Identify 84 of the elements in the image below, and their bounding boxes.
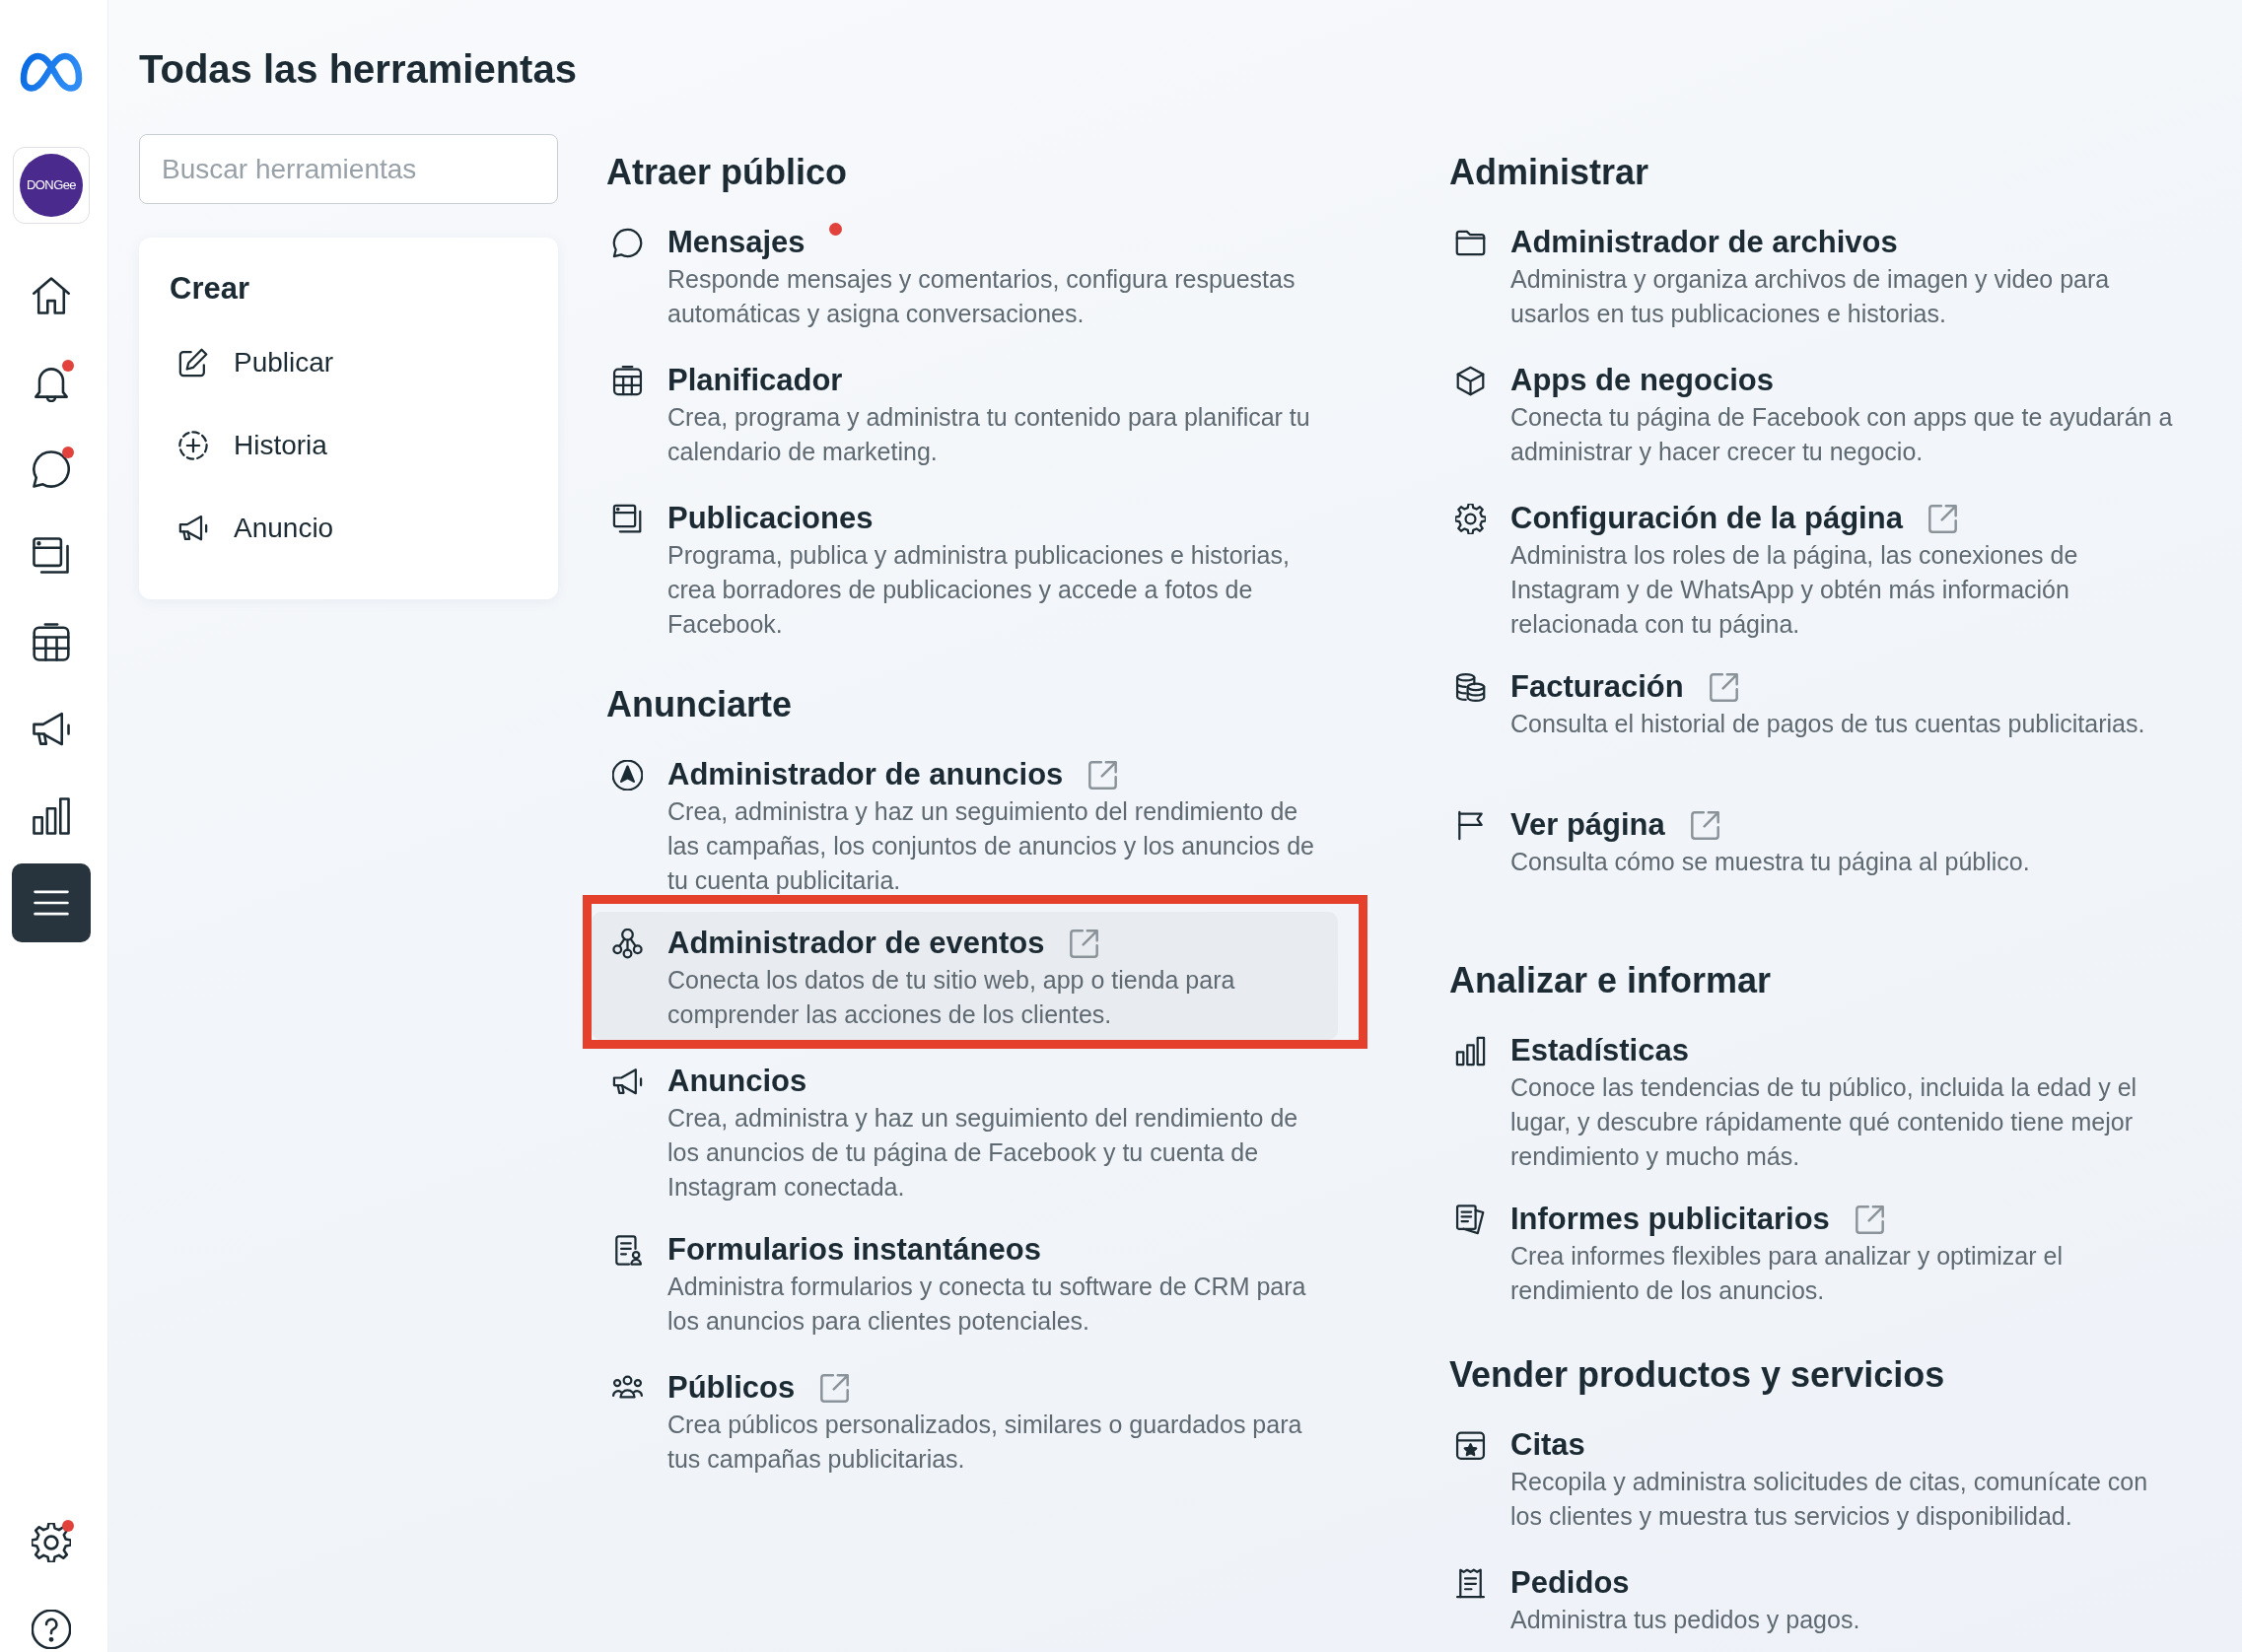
external-link-icon[interactable] [820, 1373, 850, 1403]
tool-description: Conecta tu página de Facebook con apps que te ayudarán a administrar y hacer crecer tu negocio. [1510, 402, 2174, 467]
tool-title-link[interactable]: Mensajes [667, 223, 806, 262]
help-button[interactable] [29, 1607, 74, 1652]
tool-title-link[interactable]: Formularios instantáneos [667, 1230, 1041, 1270]
tool-title-link[interactable]: Facturación [1510, 667, 1684, 707]
tool-item[interactable]: Administrador de eventos Conecta los datos de tu sitio web, app o tienda para comprender las acciones de los clientes. [592, 912, 1338, 1040]
search-field[interactable]: Buscar herramientas [139, 134, 558, 204]
tool-description: Administra y organiza archivos de imagen y video para usarlos en tus publicaciones e historias. [1510, 264, 2111, 329]
report-pages-icon [1455, 1205, 1486, 1235]
stacked-pages-icon [32, 536, 71, 576]
compass-icon [612, 760, 643, 791]
create-option[interactable]: Historia [178, 426, 327, 465]
megaphone-icon [612, 1067, 643, 1097]
tool-title-link[interactable]: Administrador de archivos [1510, 223, 1898, 262]
section-heading: Analizar e informar [1449, 959, 1772, 1002]
calendar-grid-icon [612, 366, 643, 396]
tool-title-link[interactable]: Administrador de anuncios [667, 755, 1064, 794]
tool-title-link[interactable]: Informes publicitarios [1510, 1200, 1830, 1239]
tool-description: Administra tus pedidos y pagos. [1510, 1605, 1861, 1635]
form-document-icon [612, 1235, 643, 1266]
section-heading: Atraer público [606, 151, 848, 194]
pencil-square-icon [178, 348, 208, 378]
tool-description: Administra formularios y conecta tu software de CRM para los anuncios para clientes potenciales. [667, 1272, 1307, 1337]
cube-icon [1455, 366, 1486, 396]
external-link-icon[interactable] [1855, 1205, 1884, 1234]
tool-title-link[interactable]: Citas [1510, 1425, 1585, 1465]
account-button[interactable]: DONGee [13, 147, 90, 224]
tool-description: Responde mensajes y comentarios, configura respuestas automáticas y asigna conversaciones. [667, 264, 1296, 329]
tool-title-link[interactable]: Ver página [1510, 805, 1665, 845]
tool-description: Recopila y administra solicitudes de citas, comunícate con los clientes y muestra tus servicios y disponibilidad. [1510, 1467, 2149, 1532]
page-title: Todas las herramientas [139, 46, 577, 93]
flag-icon [1455, 810, 1486, 841]
tool-description: Crea públicos personalizados, similares o guardados para tus campañas publicitarias. [667, 1410, 1303, 1475]
section-heading: Administrar [1449, 151, 1649, 194]
settings-button[interactable] [29, 1520, 74, 1565]
tool-title-link[interactable]: Públicos [667, 1368, 796, 1408]
chat-bubble-icon [32, 449, 71, 489]
tool-title-link[interactable]: Estadísticas [1510, 1031, 1689, 1070]
coin-stack-icon [1455, 672, 1486, 703]
panel-heading: Crear [170, 270, 249, 308]
home-icon [32, 276, 71, 315]
tool-title-link[interactable]: Configuración de la página [1510, 499, 1903, 538]
avatar-text: DONGee [27, 177, 76, 193]
tool-title-link[interactable]: Planificador [667, 361, 843, 400]
tool-description: Crea, administra y haz un seguimiento del rendimiento de los anuncios de tu página de Facebook y tu cuenta de Instagram conectada. [667, 1103, 1299, 1203]
bar-chart-icon [1455, 1036, 1486, 1067]
tool-description: Consulta el historial de pagos de tus cuentas publicitarias. [1510, 709, 2146, 739]
tool-title-link[interactable]: Apps de negocios [1510, 361, 1774, 400]
create-option[interactable]: Anuncio [178, 509, 334, 548]
menu-button[interactable] [12, 863, 91, 942]
external-link-icon[interactable] [1690, 810, 1719, 840]
chat-bubble-icon [612, 228, 643, 258]
tool-title-link[interactable]: Anuncios [667, 1062, 807, 1101]
tool-description: Conoce las tendencias de tu público, incluida la edad y el lugar, y descubre rápidamente qué contenido tiene mejor rendimiento y mucho más. [1510, 1072, 2138, 1172]
tool-title-link[interactable]: Publicaciones [667, 499, 874, 538]
tool-description: Crea, administra y haz un seguimiento del rendimiento de las campañas, los conjuntos de anuncios y los anuncios de tu cuenta publicitaria. [667, 796, 1315, 896]
dashed-circle-plus-icon [178, 431, 208, 460]
stacked-pages-icon [612, 504, 643, 534]
gear-icon [1455, 504, 1486, 534]
create-option[interactable]: Publicar [178, 343, 334, 382]
section-heading: Anunciarte [606, 683, 793, 726]
help-icon [32, 1610, 71, 1649]
tool-title-link[interactable]: Administrador de eventos [667, 924, 1045, 963]
connected-nodes-icon [612, 929, 643, 959]
tool-description: Crea informes flexibles para analizar y optimizar el rendimiento de los anuncios. [1510, 1241, 2064, 1306]
external-link-icon[interactable] [1709, 672, 1738, 702]
folder-icon [1455, 228, 1486, 258]
external-link-icon[interactable] [1088, 760, 1118, 790]
tool-description: Crea, programa y administra tu contenido para planificar tu calendario de marketing. [667, 402, 1311, 467]
calendar-grid-icon [32, 623, 71, 662]
external-link-icon[interactable] [1070, 929, 1099, 958]
megaphone-icon [178, 514, 208, 543]
tool-description: Programa, publica y administra publicaciones e historias, crea borradores de publicaciones y accede a fotos de Facebook. [667, 540, 1291, 640]
tool-title-link[interactable]: Pedidos [1510, 1563, 1630, 1603]
bar-chart-icon [32, 796, 71, 836]
tool-description: Consulta cómo se muestra tu página al público. [1510, 847, 2031, 877]
tool-description: Administra los roles de la página, las conexiones de Instagram y de WhatsApp y obtén más información relacionada con tu página. [1510, 540, 2079, 640]
settings-icon [32, 1523, 71, 1562]
section-heading: Vender productos y servicios [1449, 1353, 1945, 1397]
infinity-logo-icon[interactable] [18, 50, 85, 95]
external-link-icon[interactable] [1927, 504, 1957, 533]
receipt-icon [1455, 1568, 1486, 1599]
tool-description: Conecta los datos de tu sitio web, app o tienda para comprender las acciones de los clientes. [667, 965, 1236, 1030]
